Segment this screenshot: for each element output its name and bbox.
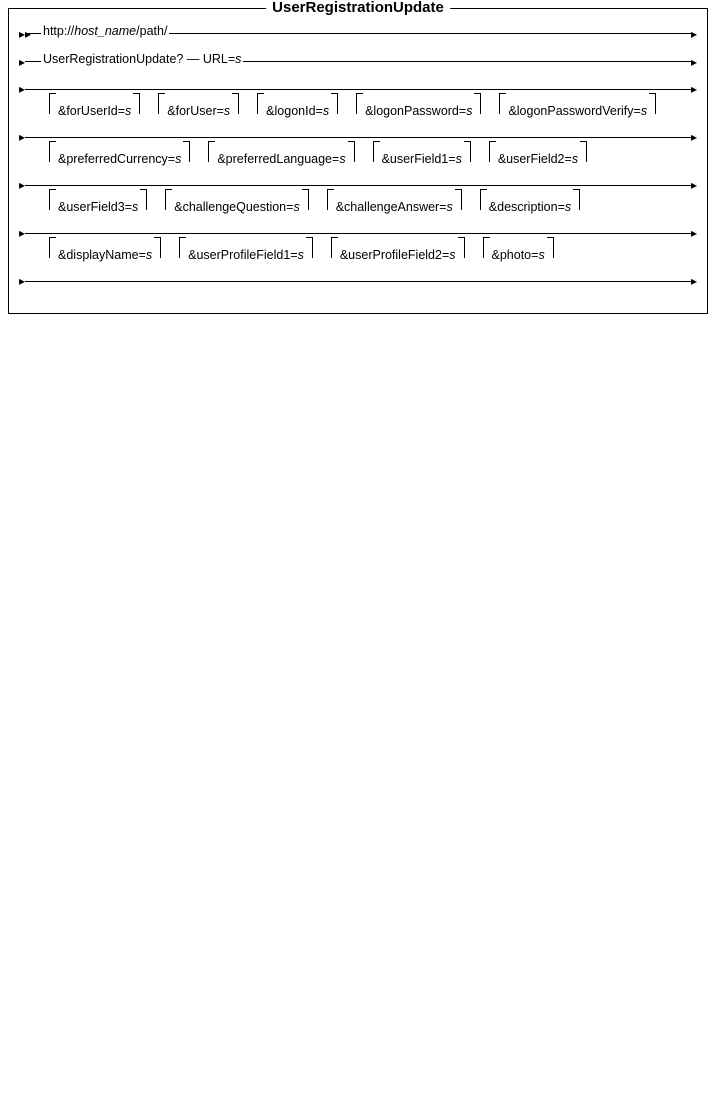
url-line: ▸▸ http://host_name/path/ ▸ (19, 23, 697, 45)
continue-from-icon: ▸ (19, 55, 25, 69)
param-option: &logonPasswordVerify=s (495, 101, 660, 121)
param-option: &forUserId=s (45, 101, 144, 121)
param-label: &preferredCurrency=s (56, 152, 183, 166)
param-row: &userField3=s&challengeQuestion=s&challe… (19, 197, 697, 217)
rail: ▸▸ (19, 175, 697, 197)
continue-icon: ▸ (691, 131, 697, 143)
param-option: &logonId=s (253, 101, 342, 121)
param-label: &challengeQuestion=s (172, 200, 301, 214)
param-label: &forUser=s (165, 104, 232, 118)
rail: ▸▸ (19, 127, 697, 149)
param-label: &preferredLanguage=s (215, 152, 347, 166)
param-option: &challengeQuestion=s (161, 197, 312, 217)
param-label: &userField2=s (496, 152, 580, 166)
param-label: &logonId=s (264, 104, 331, 118)
param-option: &logonPassword=s (352, 101, 485, 121)
command-text: UserRegistrationUpdate? — URL=s (41, 52, 243, 66)
param-label: &userProfileField1=s (186, 248, 306, 262)
param-option: &forUser=s (154, 101, 243, 121)
param-label: &userProfileField2=s (338, 248, 458, 262)
continue-icon: ▸ (691, 179, 697, 191)
param-option: &userField3=s (45, 197, 151, 217)
param-option: &challengeAnswer=s (323, 197, 466, 217)
diagram-title: UserRegistrationUpdate (266, 0, 450, 16)
rail: ▸▸ (19, 223, 697, 245)
param-label: &logonPasswordVerify=s (506, 104, 649, 118)
continue-icon: ▸ (691, 27, 697, 41)
continue-icon: ▸ (691, 55, 697, 69)
param-row: &preferredCurrency=s&preferredLanguage=s… (19, 149, 697, 169)
param-option: &preferredCurrency=s (45, 149, 194, 169)
url-text: http://host_name/path/ (41, 24, 169, 38)
param-option: &photo=s (479, 245, 558, 265)
param-row: &forUserId=s&forUser=s&logonId=s&logonPa… (19, 101, 697, 121)
continue-icon: ▸ (691, 227, 697, 239)
continue-icon: ▸ (691, 83, 697, 95)
param-label: &userField3=s (56, 200, 140, 214)
param-option: &userProfileField2=s (327, 245, 469, 265)
command-line: ▸ UserRegistrationUpdate? — URL=s ▸ (19, 51, 697, 73)
param-option: &userField1=s (369, 149, 475, 169)
param-option: &userProfileField1=s (175, 245, 317, 265)
param-option: &userField2=s (485, 149, 591, 169)
param-option: &description=s (476, 197, 584, 217)
continue-icon: ▸ (691, 275, 697, 287)
param-label: &description=s (487, 200, 573, 214)
param-label: &displayName=s (56, 248, 154, 262)
param-label: &photo=s (490, 248, 547, 262)
param-label: &userField1=s (380, 152, 464, 166)
syntax-diagram: UserRegistrationUpdate ▸▸ http://host_na… (8, 8, 708, 314)
param-label: &challengeAnswer=s (334, 200, 455, 214)
param-option: &preferredLanguage=s (204, 149, 358, 169)
param-label: &forUserId=s (56, 104, 133, 118)
rail: ▸▸ (19, 271, 697, 293)
param-label: &logonPassword=s (363, 104, 474, 118)
start-icon: ▸▸ (19, 27, 31, 41)
param-row: &displayName=s&userProfileField1=s&userP… (19, 245, 697, 265)
param-option: &displayName=s (45, 245, 165, 265)
